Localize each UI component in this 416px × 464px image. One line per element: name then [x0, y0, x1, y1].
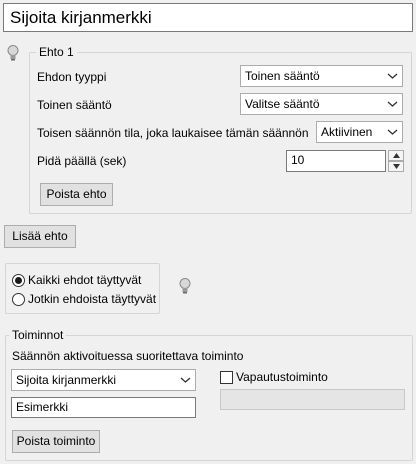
spin-up-button[interactable]	[388, 150, 404, 161]
condition-type-value: Toinen sääntö	[245, 69, 320, 83]
release-action-checkbox[interactable]: Vapautustoiminto	[220, 369, 328, 385]
remove-action-button[interactable]: Poista toiminto	[12, 430, 100, 453]
other-rule-label: Toinen sääntö	[37, 98, 112, 112]
trigger-state-label: Toisen säännön tila, joka laukaisee tämä…	[37, 126, 309, 140]
remove-condition-button[interactable]: Poista ehto	[40, 183, 113, 206]
actions-subtitle: Säännön aktivoituessa suoritettava toimi…	[12, 349, 244, 363]
chevron-down-icon	[387, 73, 398, 79]
match-all-radio-dot[interactable]	[12, 273, 25, 287]
chevron-down-icon	[387, 101, 398, 107]
match-any-radio-dot[interactable]	[12, 292, 25, 306]
arrow-up-icon	[393, 153, 400, 158]
hold-duration-input[interactable]: 10	[286, 150, 386, 172]
match-all-label: Kaikki ehdot täyttyvät	[28, 273, 142, 287]
other-rule-dropdown[interactable]: Valitse sääntö	[240, 93, 403, 115]
condition-type-label: Ehdon tyyppi	[37, 70, 107, 84]
action-value: Sijoita kirjanmerkki	[16, 373, 117, 387]
release-action-checkbox-box[interactable]	[220, 370, 233, 384]
spin-down-button[interactable]	[388, 161, 404, 172]
lightbulb-icon	[7, 45, 19, 61]
chevron-down-icon	[387, 129, 398, 135]
chevron-down-icon	[180, 377, 191, 383]
trigger-state-dropdown[interactable]: Aktiivinen	[316, 121, 403, 143]
actions-group-title: Toiminnot	[9, 328, 67, 342]
add-condition-button[interactable]: Lisää ehto	[4, 225, 76, 248]
other-rule-value: Valitse sääntö	[245, 97, 320, 111]
rule-title-field[interactable]: Sijoita kirjanmerkki	[3, 3, 413, 32]
hold-duration-label: Pidä päällä (sek)	[37, 154, 127, 168]
match-any-label: Jotkin ehdoista täyttyvät	[28, 292, 157, 306]
lightbulb-icon	[179, 278, 191, 294]
release-action-label: Vapautustoiminto	[236, 370, 328, 384]
release-action-field	[220, 389, 405, 410]
hold-duration-spinner[interactable]	[388, 150, 404, 172]
match-all-radio[interactable]: Kaikki ehdot täyttyvät	[12, 272, 141, 288]
arrow-down-icon	[393, 164, 400, 169]
trigger-state-value: Aktiivinen	[321, 125, 373, 139]
match-any-radio[interactable]: Jotkin ehdoista täyttyvät	[12, 291, 156, 307]
condition-group-title: Ehto 1	[36, 45, 77, 59]
action-dropdown[interactable]: Sijoita kirjanmerkki	[11, 369, 196, 391]
action-name-input[interactable]: Esimerkki	[11, 397, 196, 418]
condition-type-dropdown[interactable]: Toinen sääntö	[240, 65, 403, 87]
